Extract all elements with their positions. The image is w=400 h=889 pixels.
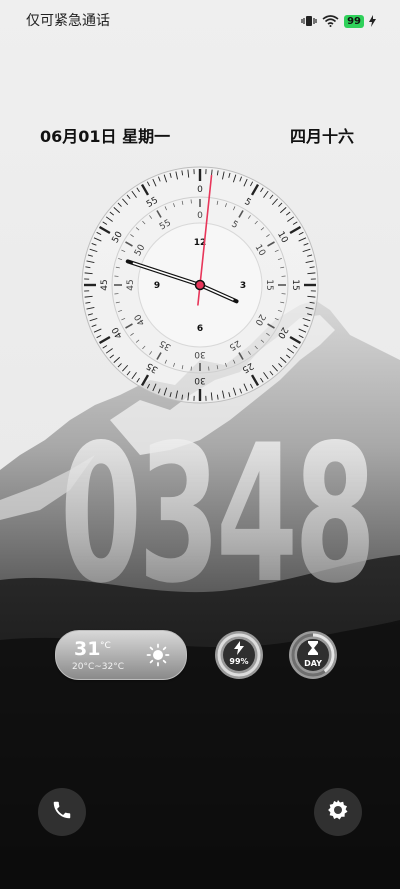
clock-second-number: 45: [100, 279, 110, 290]
clock-second-number: 15: [290, 279, 300, 290]
clock-second-number: 0: [197, 185, 203, 195]
charging-icon: [369, 12, 376, 31]
clock-second-number: 30: [194, 375, 206, 385]
status-icons: 99: [301, 12, 376, 31]
battery-widget[interactable]: 99%: [214, 630, 264, 680]
day-widget[interactable]: DAY: [288, 630, 338, 680]
battery-widget-label: 99%: [229, 657, 249, 666]
clock-minute-number: 30: [194, 349, 206, 359]
digital-clock-hours: 03: [60, 404, 220, 625]
vibrate-icon: [301, 12, 317, 31]
battery-level: 99: [344, 15, 364, 28]
camera-settings-icon: [326, 798, 350, 826]
clock-hour-number: 9: [154, 281, 160, 291]
date-text: 06月01日 星期一: [40, 127, 171, 146]
phone-icon: [51, 799, 73, 825]
weather-temp-range: 20°C~32°C: [72, 662, 125, 672]
status-bar: 仅可紧急通话 99: [0, 0, 400, 40]
digital-clock-minutes: 48: [216, 404, 376, 625]
clock-minute-number: 15: [264, 279, 274, 290]
lunar-date-text: 四月十六: [290, 127, 355, 146]
hourglass-icon: [308, 640, 318, 659]
clock-minute-number: 45: [126, 279, 136, 290]
phone-shortcut-button[interactable]: [38, 788, 86, 836]
camera-shortcut-button[interactable]: [314, 788, 362, 836]
battery-icon: 99: [344, 15, 364, 28]
digital-clock: 03 48: [54, 404, 376, 625]
weather-temp: 31: [74, 638, 101, 660]
clock-hour-number: 6: [197, 324, 203, 334]
clock-hour-number: 3: [240, 281, 246, 291]
clock-center-pin: [194, 279, 206, 291]
analog-clock: 0510152025303540455055051015202530354045…: [81, 166, 319, 404]
carrier-status-text: 仅可紧急通话: [26, 13, 110, 29]
day-widget-label: DAY: [304, 659, 322, 668]
weather-temp-unit: °C: [100, 641, 111, 651]
weather-widget[interactable]: 31 °C 20°C~32°C: [55, 630, 187, 680]
sun-icon: [146, 643, 170, 671]
clock-minute-number: 0: [197, 211, 203, 221]
wifi-icon: [322, 12, 339, 31]
lock-screen: 仅可紧急通话 99 06月01日 星期一 四月十六 0 5 10 15 20 2…: [0, 0, 400, 889]
